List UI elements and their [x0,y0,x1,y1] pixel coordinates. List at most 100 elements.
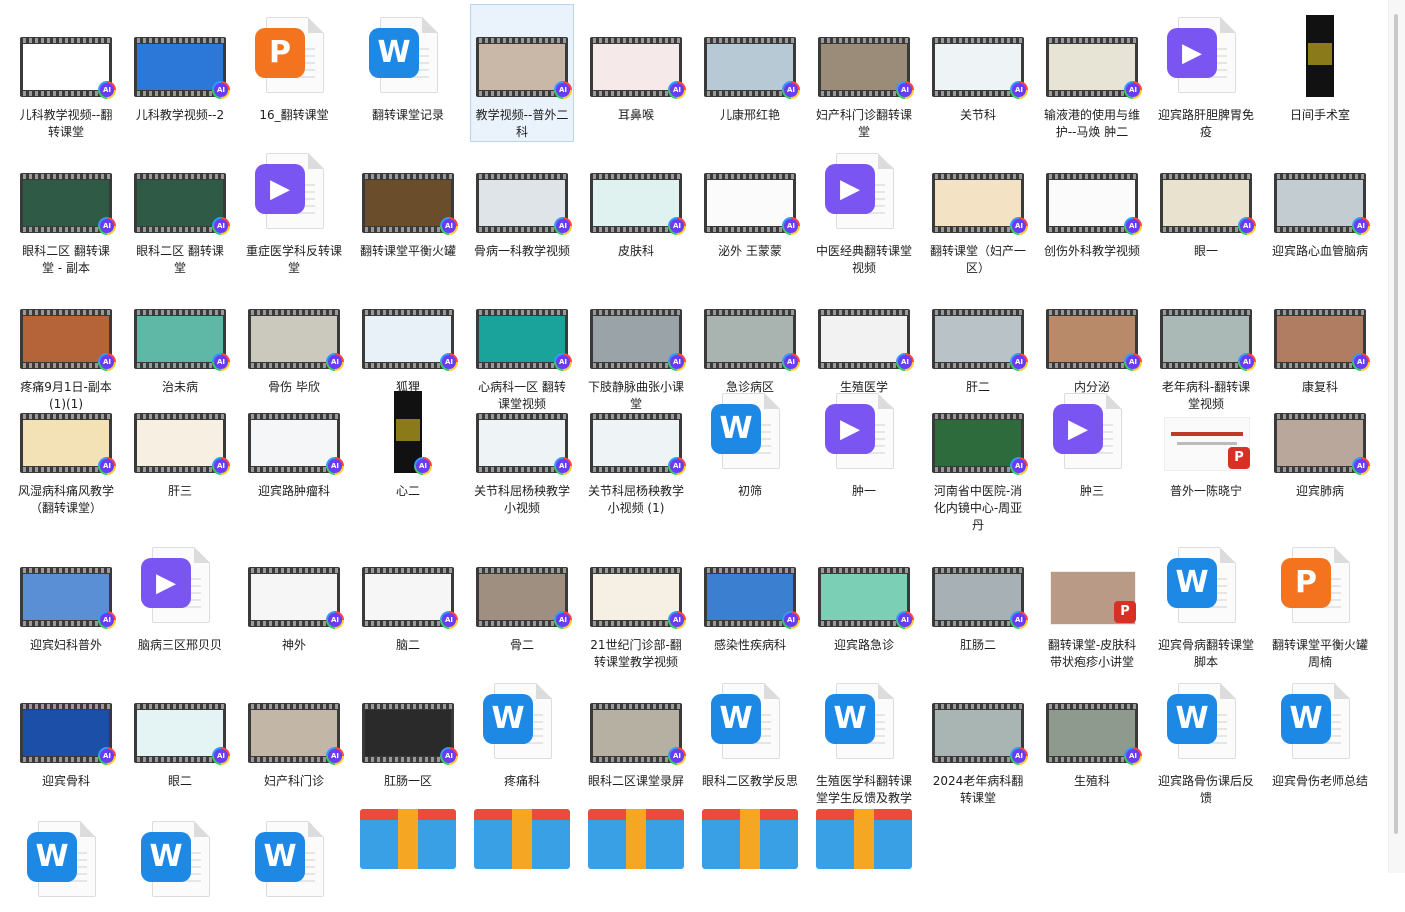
file-item[interactable]: AI 皮肤科 [584,140,688,261]
file-item[interactable]: AI 肝三 [128,380,232,501]
file-item[interactable] [584,808,688,912]
file-thumbnail: AI [244,535,344,635]
file-item[interactable]: ▶ 肿一 [812,380,916,501]
file-item[interactable]: W 眼科二区教学反思 [698,670,802,791]
file-item[interactable]: AI 肛肠一区 [356,670,460,791]
file-item[interactable]: P 普外一陈晓宁 [1154,380,1258,501]
file-item[interactable]: AI 关节科屈杨秧教学小视频 [470,380,574,518]
file-item[interactable]: AI 急诊病区 [698,276,802,397]
file-item[interactable]: W 翻转课堂记录 [356,4,460,125]
file-item[interactable]: AI 迎宾路急诊 [812,534,916,655]
file-item[interactable]: W [242,808,346,912]
scrollbar-thumb[interactable] [1394,14,1398,834]
file-item[interactable]: W [14,808,118,912]
file-item[interactable]: W 迎宾路骨伤课后反馈 [1154,670,1258,808]
file-thumbnail: AI [130,5,230,105]
file-item[interactable]: ▶ 中医经典翻转课堂视频 [812,140,916,278]
file-name-label: 眼二 [167,774,192,788]
file-item[interactable]: AI 神外 [242,534,346,655]
file-item[interactable] [470,808,574,912]
file-item[interactable]: AI 翻转课堂（妇产一区） [926,140,1030,278]
file-item[interactable]: AI 泌外 王蒙蒙 [698,140,802,261]
file-item[interactable]: AI 眼科二区 翻转课堂 - 副本 [14,140,118,278]
ai-badge-icon: AI [414,457,432,475]
file-item[interactable]: AI 河南省中医院-消化内镜中心-周亚丹 [926,380,1030,535]
file-item[interactable]: AI 儿科教学视频--翻转课堂 [14,4,118,142]
file-item[interactable]: AI 教学视频--普外二科 [470,4,574,142]
file-item[interactable]: AI 骨病一科教学视频 [470,140,574,261]
file-name-label: 儿科教学视频--翻转课堂 [19,108,113,139]
file-name-label: 翻转课堂记录 [371,108,444,122]
file-item[interactable]: AI 迎宾肺病 [1268,380,1372,501]
file-item[interactable]: AI 迎宾妇科普外 [14,534,118,655]
file-item[interactable]: AI 眼二 [128,670,232,791]
file-item[interactable]: ▶ 重症医学科反转课堂 [242,140,346,278]
file-item[interactable]: AI 肛肠二 [926,534,1030,655]
file-item[interactable]: AI 治未病 [128,276,232,397]
file-thumbnail: AI [16,141,116,241]
file-item[interactable]: AI 骨二 [470,534,574,655]
file-thumbnail: AI [928,5,1028,105]
vertical-scrollbar[interactable] [1388,0,1405,873]
file-item[interactable]: AI 妇产科门诊 [242,670,346,791]
file-item[interactable]: AI 关节科屈杨秧教学小视频 (1) [584,380,688,518]
ppt-badge-icon: P [1228,447,1250,469]
file-item[interactable]: P 翻转课堂平衡火罐周楠 [1268,534,1372,672]
file-thumbnail: P [244,5,344,105]
media-file-icon: ▶ [1053,393,1122,469]
ppt-badge-icon: P [1114,601,1136,623]
file-item[interactable]: AI 妇产科门诊翻转课堂 [812,4,916,142]
file-item[interactable]: W 疼痛科 [470,670,574,791]
file-item[interactable]: AI 骨伤 毕欣 [242,276,346,397]
file-item[interactable]: AI 迎宾路肿瘤科 [242,380,346,501]
file-item[interactable]: AI 肝二 [926,276,1030,397]
file-item[interactable]: AI 迎宾路心血管脑病 [1268,140,1372,261]
file-name-label: 输液港的使用与维护--马焕 肿二 [1043,108,1140,139]
file-item[interactable]: 日间手术室 [1268,4,1372,125]
file-item[interactable]: AI 21世纪门诊部-翻转课堂教学视频 [584,534,688,672]
file-name-label: 关节科 [959,108,996,122]
file-item[interactable]: AI 输液港的使用与维护--马焕 肿二 [1040,4,1144,142]
file-thumbnail: AI [244,277,344,377]
file-item[interactable]: AI 迎宾骨科 [14,670,118,791]
file-item[interactable]: W 初筛 [698,380,802,501]
file-item[interactable]: AI 关节科 [926,4,1030,125]
file-item[interactable] [812,808,916,912]
file-thumbnail: AI [244,381,344,481]
file-item[interactable]: ▶ 脑病三区邢贝贝 [128,534,232,655]
file-item[interactable]: AI 儿康邢红艳 [698,4,802,125]
file-thumbnail: P [1270,535,1370,635]
file-thumbnail [814,809,914,909]
file-item[interactable]: P 16_翻转课堂 [242,4,346,125]
file-item[interactable]: P 翻转课堂-皮肤科带状疱疹小讲堂 [1040,534,1144,672]
file-item[interactable]: AI 翻转课堂平衡火罐 [356,140,460,261]
file-item[interactable]: AI 儿科教学视频--2 [128,4,232,125]
file-item[interactable]: AI 康复科 [1268,276,1372,397]
file-item[interactable]: AI 感染性疾病科 [698,534,802,655]
file-item[interactable]: AI 风湿病科痛风教学（翻转课堂） [14,380,118,518]
file-name-label: 肿一 [851,484,876,498]
file-thumbnail: AI [1156,141,1256,241]
file-item[interactable]: AI 脑二 [356,534,460,655]
file-item[interactable]: W 迎宾骨病翻转课堂脚本 [1154,534,1258,672]
file-item[interactable]: AI 内分泌 [1040,276,1144,397]
file-item[interactable]: AI 生殖医学 [812,276,916,397]
file-item[interactable]: AI 2024老年病科翻转课堂 [926,670,1030,808]
file-item[interactable]: AI 狐狸 [356,276,460,397]
file-item[interactable]: AI 眼一 [1154,140,1258,261]
file-item[interactable]: AI 创伤外科教学视频 [1040,140,1144,261]
file-item[interactable]: ▶ 肿三 [1040,380,1144,501]
file-item[interactable] [356,808,460,912]
file-item[interactable]: W 迎宾骨伤老师总结 [1268,670,1372,791]
file-item[interactable]: AI 生殖科 [1040,670,1144,791]
archive-icon [816,809,912,869]
file-item[interactable]: W生殖医学科翻转课堂学生反馈及教学反思 [812,670,916,825]
file-item[interactable]: W [128,808,232,912]
file-item[interactable]: AI 耳鼻喉 [584,4,688,125]
file-item[interactable]: ▶ 迎宾路肝胆脾胃免疫 [1154,4,1258,142]
file-item[interactable]: AI 心二 [356,380,460,501]
file-item[interactable] [698,808,802,912]
file-item[interactable]: AI 眼科二区课堂录屏 [584,670,688,791]
file-item[interactable]: AI 眼科二区 翻转课堂 [128,140,232,278]
file-name-label: 骨二 [509,638,534,652]
